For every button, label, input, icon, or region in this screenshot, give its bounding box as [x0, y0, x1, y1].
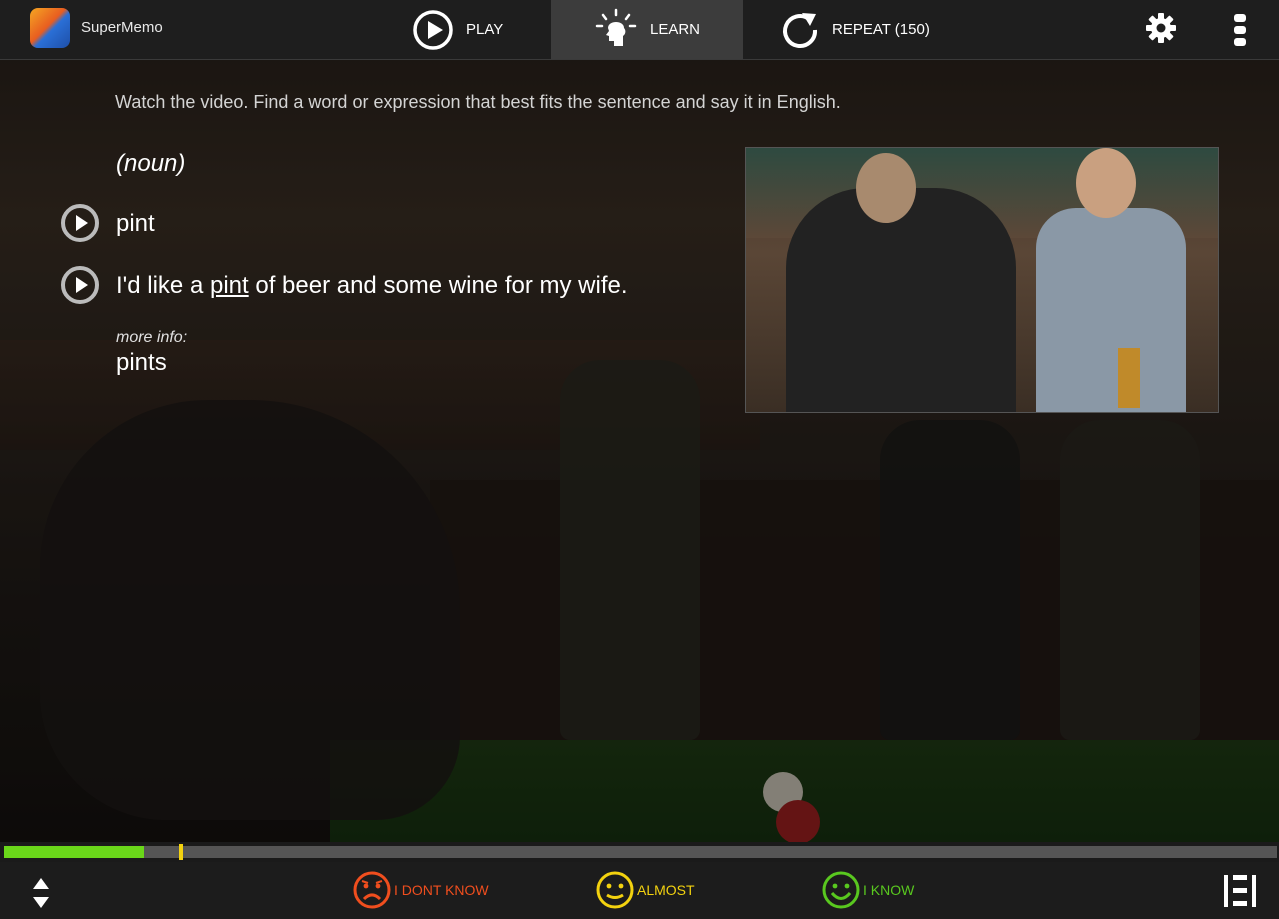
video-man-leather-jacket: [786, 188, 1016, 412]
sentence-before: I'd like a: [116, 272, 210, 299]
nav-repeat-button[interactable]: REPEAT (150): [780, 0, 930, 59]
nav-repeat-label: REPEAT (150): [832, 21, 930, 38]
happy-face-icon: [822, 871, 860, 909]
sentence-highlight: pint: [209, 272, 249, 299]
bottom-bar: I DONT KNOW ALMOST I KNOW: [0, 862, 1279, 919]
video-bartender-shirt: [1036, 208, 1186, 412]
more-menu-icon[interactable]: [1232, 13, 1248, 47]
progress-bar: [0, 842, 1279, 862]
rate-almost-button[interactable]: ALMOST: [595, 870, 695, 910]
rate-know-label: I KNOW: [863, 882, 915, 898]
more-info-label: more info:: [116, 329, 188, 346]
progress-fill: [4, 846, 144, 858]
video-man-head: [856, 153, 916, 223]
video-beer-glass: [1118, 348, 1140, 408]
play-word-audio-icon[interactable]: [60, 203, 100, 243]
top-bar: SuperMemo PLAY LEARN REPEAT (150): [0, 0, 1279, 60]
nav-play-button[interactable]: PLAY: [412, 0, 503, 59]
up-down-arrows-icon[interactable]: [32, 876, 50, 910]
part-of-speech: (noun): [116, 150, 186, 177]
video-bartender-head: [1076, 148, 1136, 218]
more-info-value: pints: [116, 349, 167, 376]
progress-track: [4, 846, 1277, 858]
course-list-icon[interactable]: [1222, 874, 1258, 908]
neutral-face-icon: [596, 871, 634, 909]
app-name: SuperMemo: [81, 19, 163, 36]
nav-learn-label: LEARN: [649, 21, 701, 38]
answer-word: pint: [116, 210, 155, 237]
sentence-after: of beer and some wine for my wife.: [248, 272, 628, 299]
progress-marker: [179, 844, 183, 860]
rate-dont-know-label: I DONT KNOW: [394, 882, 489, 898]
play-sentence-audio-icon[interactable]: [60, 265, 100, 305]
sad-face-icon: [353, 871, 391, 909]
rate-dont-know-button[interactable]: I DONT KNOW: [352, 870, 489, 910]
lightbulb-head-icon: [595, 8, 637, 46]
play-circle-icon: [413, 9, 453, 50]
exercise-instruction: Watch the video. Find a word or expressi…: [115, 92, 841, 112]
example-sentence: I'd like a pint of beer and some wine fo…: [116, 272, 628, 300]
rate-almost-label: ALMOST: [637, 882, 695, 898]
repeat-arrow-icon: [783, 12, 818, 48]
gear-icon[interactable]: [1145, 12, 1177, 44]
nav-play-label: PLAY: [466, 21, 504, 38]
video-clip[interactable]: [745, 147, 1219, 413]
supermemo-logo-icon[interactable]: [30, 8, 70, 48]
nav-learn-button[interactable]: LEARN: [551, 0, 743, 59]
rate-know-button[interactable]: I KNOW: [821, 870, 914, 910]
